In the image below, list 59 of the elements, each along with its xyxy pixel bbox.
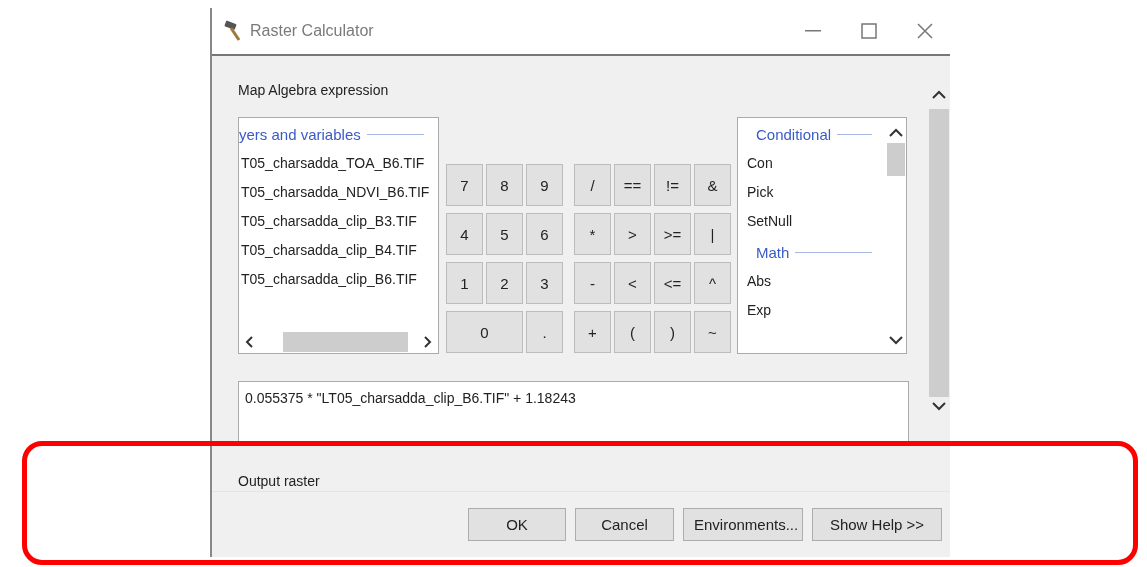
operator-button[interactable]: - (574, 262, 611, 304)
key-button[interactable]: 8 (486, 164, 523, 206)
operator-button[interactable]: ~ (694, 311, 731, 353)
operator-button[interactable]: < (614, 262, 651, 304)
layer-item[interactable]: T05_charsadda_clip_B3.TIF (239, 207, 438, 236)
scrollbar-thumb[interactable] (887, 143, 905, 176)
operator-button[interactable]: != (654, 164, 691, 206)
layer-item[interactable]: T05_charsadda_clip_B6.TIF (239, 265, 438, 294)
group-header: Conditional (756, 126, 832, 143)
operator-button[interactable]: ^ (694, 262, 731, 304)
layer-item[interactable]: T05_charsadda_TOA_B6.TIF (239, 149, 438, 178)
key-button[interactable]: 5 (486, 213, 523, 255)
scroll-left-icon[interactable] (245, 336, 253, 348)
key-button[interactable]: 0 (446, 311, 523, 353)
layer-item[interactable]: T05_charsadda_NDVI_B6.TIF (239, 178, 438, 207)
expression-field[interactable]: 0.055375 * "LT05_charsadda_clip_B6.TIF" + 1.18243 (238, 381, 909, 443)
scroll-up-icon[interactable] (889, 128, 903, 137)
close-icon[interactable] (917, 23, 933, 39)
function-item[interactable]: Exp (747, 296, 886, 325)
scrollbar-thumb[interactable] (283, 332, 408, 352)
output-raster-label: Output raster (238, 473, 321, 489)
key-button[interactable]: 9 (526, 164, 563, 206)
window-title: Raster Calculator (250, 22, 375, 40)
operator-button[interactable]: + (574, 311, 611, 353)
function-item[interactable]: SetNull (747, 207, 886, 236)
function-item[interactable]: Con (747, 149, 886, 178)
key-button[interactable]: 2 (486, 262, 523, 304)
operator-button[interactable]: / (574, 164, 611, 206)
section-label: Map Algebra expression (238, 82, 390, 98)
dialog-button[interactable]: Cancel (575, 508, 674, 541)
key-button[interactable]: 3 (526, 262, 563, 304)
key-button[interactable]: 6 (526, 213, 563, 255)
scroll-right-icon[interactable] (424, 336, 432, 348)
operator-button[interactable]: > (614, 213, 651, 255)
scroll-up-icon[interactable] (932, 90, 946, 99)
operator-button[interactable]: ) (654, 311, 691, 353)
list-header: yers and variables (239, 126, 361, 143)
operator-button[interactable]: ( (614, 311, 651, 353)
operator-button[interactable]: <= (654, 262, 691, 304)
scroll-down-icon[interactable] (932, 402, 946, 411)
function-item[interactable]: Pick (747, 178, 886, 207)
dialog-button[interactable]: Show Help >> (812, 508, 942, 541)
operator-button[interactable]: >= (654, 213, 691, 255)
key-button[interactable]: 7 (446, 164, 483, 206)
scroll-down-icon[interactable] (889, 336, 903, 345)
operator-button[interactable]: * (574, 213, 611, 255)
operator-button[interactable]: | (694, 213, 731, 255)
operator-button[interactable]: == (614, 164, 651, 206)
key-button[interactable]: 1 (446, 262, 483, 304)
dialog-button[interactable]: Environments... (683, 508, 803, 541)
scrollbar-thumb[interactable] (929, 109, 949, 397)
layer-item[interactable]: T05_charsadda_clip_B4.TIF (239, 236, 438, 265)
operator-button[interactable]: & (694, 164, 731, 206)
key-button[interactable]: . (526, 311, 563, 353)
group-header: Math (756, 244, 790, 261)
maximize-icon[interactable] (861, 23, 877, 39)
function-item[interactable]: Abs (747, 267, 886, 296)
dialog-button[interactable]: OK (468, 508, 566, 541)
key-button[interactable]: 4 (446, 213, 483, 255)
